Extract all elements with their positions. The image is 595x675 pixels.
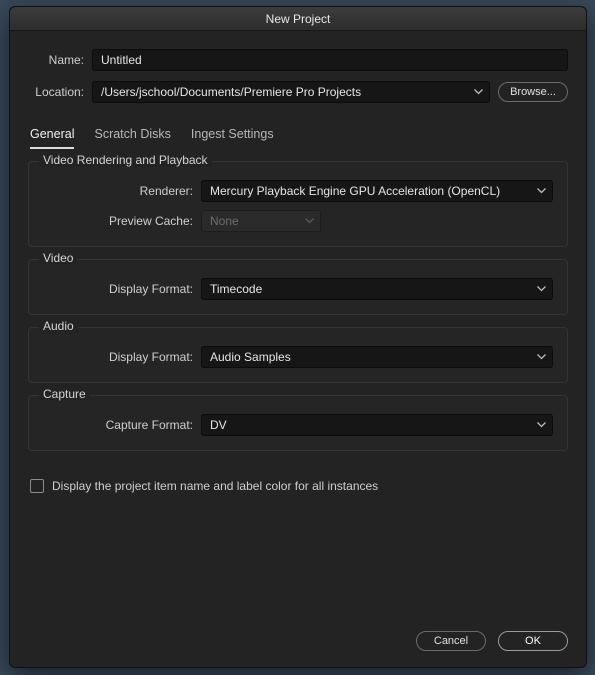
titlebar[interactable]: New Project: [10, 7, 586, 31]
name-row: Name:: [28, 49, 568, 71]
capture-format-select[interactable]: DV: [201, 414, 553, 436]
group-video-title: Video: [39, 251, 77, 265]
location-select[interactable]: /Users/jschool/Documents/Premiere Pro Pr…: [92, 81, 490, 103]
chevron-down-icon: [537, 188, 546, 194]
group-capture-title: Capture: [39, 387, 90, 401]
location-row: Location: /Users/jschool/Documents/Premi…: [28, 81, 568, 103]
audio-display-format-value: Audio Samples: [210, 350, 291, 364]
renderer-value: Mercury Playback Engine GPU Acceleration…: [210, 184, 500, 198]
group-audio: Audio Display Format: Audio Samples: [28, 327, 568, 383]
video-display-format-label: Display Format:: [43, 282, 201, 296]
group-rendering-title: Video Rendering and Playback: [39, 153, 212, 167]
location-label: Location:: [28, 85, 92, 99]
chevron-down-icon: [537, 422, 546, 428]
chevron-down-icon: [537, 354, 546, 360]
preview-cache-label: Preview Cache:: [43, 214, 201, 228]
name-input[interactable]: [92, 49, 568, 71]
display-name-checkbox-label: Display the project item name and label …: [52, 479, 378, 493]
group-capture: Capture Capture Format: DV: [28, 395, 568, 451]
dialog-title: New Project: [266, 12, 331, 26]
preview-cache-value: None: [210, 214, 239, 228]
tab-general[interactable]: General: [30, 123, 74, 149]
capture-format-label: Capture Format:: [43, 418, 201, 432]
name-label: Name:: [28, 53, 92, 67]
capture-format-value: DV: [210, 418, 227, 432]
chevron-down-icon: [537, 286, 546, 292]
renderer-select[interactable]: Mercury Playback Engine GPU Acceleration…: [201, 180, 553, 202]
video-display-format-select[interactable]: Timecode: [201, 278, 553, 300]
browse-button[interactable]: Browse...: [498, 82, 568, 102]
display-name-checkbox[interactable]: [30, 479, 44, 493]
audio-display-format-label: Display Format:: [43, 350, 201, 364]
preview-cache-select: None: [201, 210, 321, 232]
video-display-format-value: Timecode: [210, 282, 262, 296]
ok-button[interactable]: OK: [498, 631, 568, 651]
display-name-checkbox-row: Display the project item name and label …: [28, 479, 568, 493]
tab-ingest-settings[interactable]: Ingest Settings: [191, 123, 274, 149]
new-project-dialog: New Project Name: Location: /Users/jscho…: [9, 6, 587, 668]
group-video: Video Display Format: Timecode: [28, 259, 568, 315]
tab-scratch-disks[interactable]: Scratch Disks: [94, 123, 170, 149]
group-audio-title: Audio: [39, 319, 78, 333]
dialog-footer: Cancel OK: [10, 625, 586, 667]
group-rendering: Video Rendering and Playback Renderer: M…: [28, 161, 568, 247]
chevron-down-icon: [474, 89, 483, 95]
tabs: General Scratch Disks Ingest Settings: [28, 123, 568, 149]
cancel-button[interactable]: Cancel: [416, 631, 486, 651]
renderer-label: Renderer:: [43, 184, 201, 198]
dialog-body: Name: Location: /Users/jschool/Documents…: [10, 31, 586, 625]
location-value: /Users/jschool/Documents/Premiere Pro Pr…: [101, 85, 361, 99]
chevron-down-icon: [305, 218, 314, 224]
audio-display-format-select[interactable]: Audio Samples: [201, 346, 553, 368]
